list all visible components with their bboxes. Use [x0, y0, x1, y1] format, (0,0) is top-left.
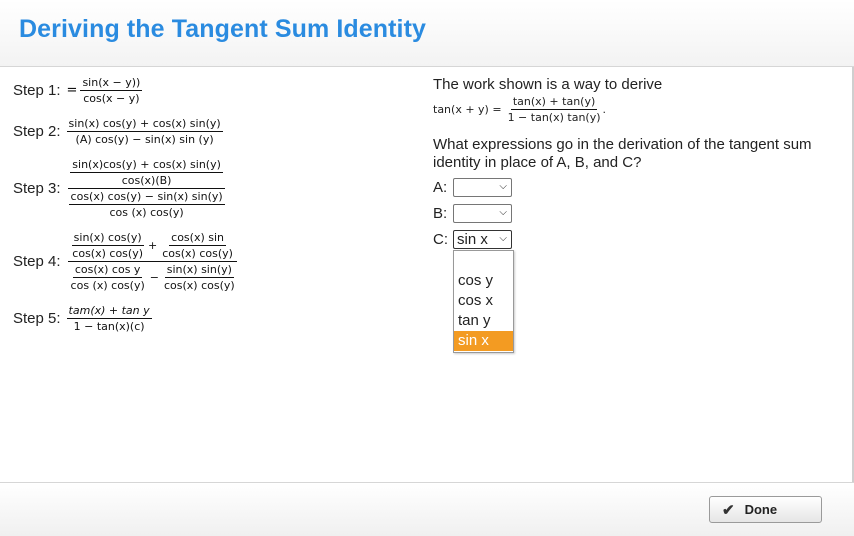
dropdown-option-tan-y[interactable]: tan y	[454, 311, 513, 331]
denominator: cos(x − y)	[83, 92, 140, 105]
numerator: sin(x) sin(y)	[164, 263, 234, 278]
answer-c-dropdown: cos y cos x tan y sin x	[453, 250, 514, 353]
tangent-sum-identity: tan(x + y) = tan(x) + tan(y) 1 − tan(x) …	[433, 95, 833, 124]
term-b: cos(x) sin cos(x) cos(y)	[160, 231, 235, 260]
answer-c-select[interactable]: sin x ⌵	[453, 230, 512, 249]
term-d: sin(x) sin(y) cos(x) cos(y)	[162, 263, 237, 292]
step-1: Step 1: = sin(x − y)) cos(x − y)	[13, 76, 143, 105]
numerator: sin(x)cos(y) + cos(x) sin(y) cos(x)(B)	[68, 158, 225, 189]
numerator: cos(x) sin	[169, 231, 226, 246]
denominator: cos (x) cos(y)	[109, 206, 184, 219]
step-1-fraction: sin(x − y)) cos(x − y)	[80, 76, 143, 105]
identity-lhs: tan(x + y) =	[433, 103, 502, 116]
header: Deriving the Tangent Sum Identity	[0, 0, 854, 67]
dropdown-option-cos-y[interactable]: cos y	[454, 271, 513, 291]
numerator: sin(x − y))	[80, 76, 143, 91]
numerator: sin(x) cos(y)	[71, 231, 144, 246]
denominator: cos(x) cos(y)	[163, 279, 235, 292]
answer-b-row: B: ⌵	[433, 204, 512, 223]
step-label: Step 2:	[13, 123, 61, 140]
dropdown-option-cos-x[interactable]: cos x	[454, 291, 513, 311]
numerator: sin(x)cos(y) + cos(x) sin(y)	[70, 158, 223, 173]
step-4-fraction: sin(x) cos(y) cos(x) cos(y) + cos(x) sin…	[67, 231, 239, 292]
step-label: Step 5:	[13, 310, 61, 327]
dropdown-option-blank[interactable]	[454, 251, 513, 271]
denominator: 1 − tan(x)(c)	[73, 320, 145, 333]
chevron-down-icon: ⌵	[499, 181, 507, 192]
dropdown-option-sin-x[interactable]: sin x	[454, 331, 513, 351]
step-label: Step 1:	[13, 82, 61, 99]
step-label: Step 3:	[13, 180, 61, 197]
page-title: Deriving the Tangent Sum Identity	[19, 15, 427, 43]
step-4: Step 4: sin(x) cos(y) cos(x) cos(y) + co…	[13, 231, 239, 292]
numerator: tan(x) + tan(y)	[510, 95, 598, 110]
step-label: Step 4:	[13, 253, 61, 270]
question-text: What expressions go in the derivation of…	[433, 136, 812, 171]
denominator: cos (x) cos(y)	[70, 279, 145, 292]
numerator: sin(x) cos(y) cos(x) cos(y) + cos(x) sin…	[68, 231, 237, 262]
term-c: cos(x) cos y cos (x) cos(y)	[69, 263, 147, 292]
denominator: cos(x)(B)	[121, 174, 172, 187]
answer-a-row: A: ⌵	[433, 178, 512, 197]
done-button[interactable]: ✔ Done	[709, 496, 822, 523]
question-panel: The work shown is a way to derive tan(x …	[433, 76, 833, 353]
selected-value: sin x	[457, 231, 488, 248]
step-5: Step 5: tam(x) + tan y 1 − tan(x)(c)	[13, 304, 152, 333]
inner-fraction: cos(x) cos(y) − sin(x) sin(y) cos (x) co…	[68, 190, 225, 219]
done-label: Done	[744, 502, 778, 517]
numerator: cos(x) cos(y) − sin(x) sin(y)	[68, 190, 225, 205]
numerator: sin(x) cos(y) + cos(x) sin(y)	[66, 117, 223, 132]
equals-sign: =	[66, 83, 78, 98]
answer-b-label: B:	[433, 205, 448, 222]
numerator: cos(x) cos y	[72, 263, 143, 278]
chevron-down-icon: ⌵	[499, 207, 507, 218]
step-3-fraction: sin(x)cos(y) + cos(x) sin(y) cos(x)(B) c…	[67, 158, 227, 219]
denominator: cos(x) cos y cos (x) cos(y) − sin(x) sin…	[67, 262, 239, 292]
answer-a-select[interactable]: ⌵	[453, 178, 512, 197]
minus-sign: −	[149, 271, 159, 284]
plus-sign: +	[148, 239, 158, 252]
term-a: sin(x) cos(y) cos(x) cos(y)	[70, 231, 145, 260]
denominator: cos(x) cos(y) − sin(x) sin(y) cos (x) co…	[67, 189, 227, 219]
chevron-down-icon: ⌵	[499, 233, 507, 244]
denominator: (A) cos(y) − sin(x) sin (y)	[75, 133, 214, 146]
numerator: tam(x) + tan y	[66, 304, 152, 319]
footer: ✔ Done	[0, 482, 854, 536]
answer-b-select[interactable]: ⌵	[453, 204, 512, 223]
step-2: Step 2: sin(x) cos(y) + cos(x) sin(y) (A…	[13, 117, 223, 146]
answer-c-row: C: sin x ⌵	[433, 230, 512, 249]
answer-c-label: C:	[433, 231, 448, 248]
step-2-fraction: sin(x) cos(y) + cos(x) sin(y) (A) cos(y)…	[66, 117, 223, 146]
answer-a-label: A:	[433, 179, 448, 196]
denominator: 1 − tan(x) tan(y)	[507, 111, 601, 124]
step-5-fraction: tam(x) + tan y 1 − tan(x)(c)	[66, 304, 152, 333]
denominator: cos(x) cos(y)	[72, 247, 143, 260]
denominator: cos(x) cos(y)	[162, 247, 233, 260]
identity-period: .	[602, 103, 607, 116]
identity-fraction: tan(x) + tan(y) 1 − tan(x) tan(y)	[506, 95, 603, 124]
inner-fraction: sin(x)cos(y) + cos(x) sin(y) cos(x)(B)	[70, 158, 223, 187]
check-icon: ✔	[722, 501, 735, 519]
step-3: Step 3: sin(x)cos(y) + cos(x) sin(y) cos…	[13, 158, 227, 219]
intro-text: The work shown is a way to derive	[433, 76, 663, 93]
